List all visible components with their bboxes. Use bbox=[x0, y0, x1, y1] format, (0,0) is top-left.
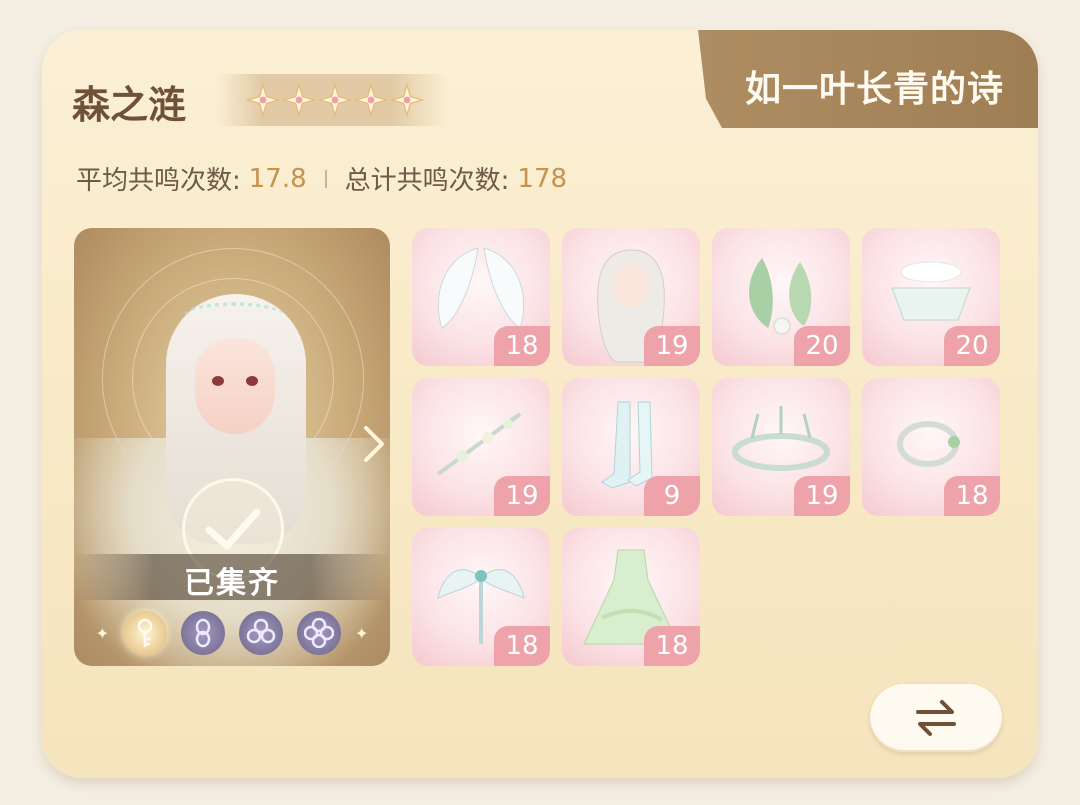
item-card[interactable]: 18 bbox=[562, 528, 700, 666]
star-icon bbox=[390, 83, 424, 117]
item-count: 9 bbox=[644, 476, 700, 516]
item-card[interactable]: 18 bbox=[862, 378, 1000, 516]
outfit-name: 森之涟 bbox=[72, 83, 187, 127]
outfit-items-grid: 18 19 20 20 19 9 19 18 18 18 bbox=[412, 228, 1000, 666]
item-count: 20 bbox=[794, 326, 850, 366]
item-count: 19 bbox=[494, 476, 550, 516]
avg-resonance-label: 平均共鸣次数: bbox=[76, 166, 241, 196]
item-card[interactable]: 19 bbox=[412, 378, 550, 516]
character-face bbox=[195, 338, 275, 434]
item-count: 19 bbox=[794, 476, 850, 516]
ability-row: ✦ ✦ bbox=[88, 608, 376, 658]
item-count: 18 bbox=[494, 326, 550, 366]
infinity-icon[interactable] bbox=[181, 611, 225, 655]
item-card[interactable]: 18 bbox=[412, 228, 550, 366]
item-count: 18 bbox=[494, 626, 550, 666]
item-card[interactable]: 9 bbox=[562, 378, 700, 516]
star-icon bbox=[246, 83, 280, 117]
flower-icon[interactable] bbox=[297, 611, 341, 655]
item-card[interactable]: 19 bbox=[562, 228, 700, 366]
item-card[interactable]: 20 bbox=[712, 228, 850, 366]
collected-status: 已集齐 bbox=[184, 566, 280, 601]
key-icon[interactable] bbox=[123, 611, 167, 655]
avg-resonance-value: 17.8 bbox=[248, 163, 307, 194]
item-card[interactable]: 19 bbox=[712, 378, 850, 516]
clover-icon[interactable] bbox=[239, 611, 283, 655]
character-eye bbox=[246, 376, 258, 386]
item-count: 18 bbox=[944, 476, 1000, 516]
sparkle-icon: ✦ bbox=[355, 623, 369, 643]
resonance-stats: 平均共鸣次数: 17.8 总计共鸣次数: 178 bbox=[76, 160, 567, 197]
star-icon bbox=[318, 83, 352, 117]
swap-arrows-icon bbox=[916, 700, 956, 736]
star-rating bbox=[216, 74, 448, 126]
character-portrait[interactable]: 已集齐 ✦ ✦ bbox=[74, 228, 390, 666]
character-crown bbox=[184, 302, 284, 330]
star-icon bbox=[282, 83, 316, 117]
next-arrow-icon[interactable] bbox=[362, 424, 386, 468]
character-eye bbox=[212, 376, 224, 386]
star-icon bbox=[354, 83, 388, 117]
outfit-collection-card: 如一叶长青的诗 森之涟 平均共鸣次数: 17.8 总计共鸣次数: 178 已集齐 bbox=[42, 30, 1038, 778]
item-count: 18 bbox=[644, 626, 700, 666]
item-card[interactable]: 20 bbox=[862, 228, 1000, 366]
item-count: 20 bbox=[944, 326, 1000, 366]
stats-divider bbox=[324, 169, 327, 188]
swap-button[interactable] bbox=[870, 684, 1002, 752]
item-count: 19 bbox=[644, 326, 700, 366]
total-resonance-label: 总计共鸣次数: bbox=[344, 166, 510, 196]
item-card[interactable]: 18 bbox=[412, 528, 550, 666]
banner-title: 如一叶长青的诗 bbox=[744, 69, 1004, 110]
sparkle-icon: ✦ bbox=[95, 623, 109, 643]
total-resonance-value: 178 bbox=[517, 163, 568, 194]
